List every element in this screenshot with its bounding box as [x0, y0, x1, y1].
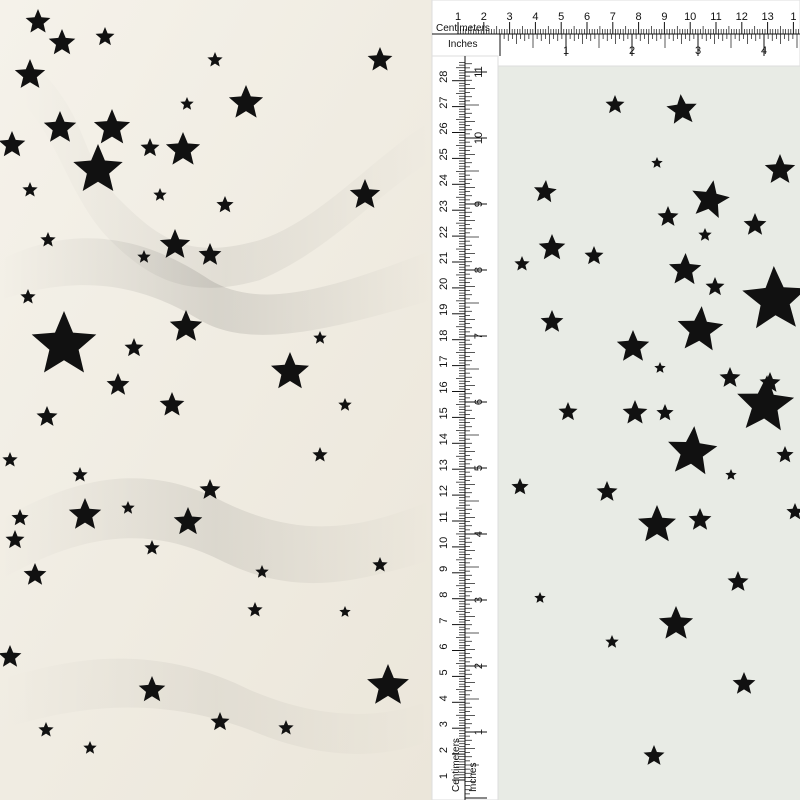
fabric-photo-svg: 12345678910111213112345CentimetersInches… — [0, 0, 800, 800]
top-ruler-cm-label: 11 — [710, 11, 721, 23]
left-ruler-inch-label: 5 — [473, 465, 485, 471]
top-ruler-cm-label: 8 — [636, 11, 642, 23]
left-ruler-cm-label: 20 — [438, 278, 450, 290]
left-ruler-cm-label: 12 — [438, 485, 450, 497]
left-ruler-inch-label: 6 — [473, 399, 485, 405]
left-ruler-cm-label: 3 — [438, 721, 450, 727]
left-ruler-cm-label: 16 — [438, 381, 450, 393]
left-ruler-cm-label: 27 — [438, 96, 450, 108]
left-ruler-cm-label: 6 — [438, 643, 450, 649]
left-ruler-cm-label: 24 — [438, 174, 450, 186]
left-ruler-inch-label: 11 — [473, 66, 485, 77]
left-ruler-inch-label: 10 — [473, 132, 485, 144]
left-ruler-inch-label: 9 — [473, 201, 485, 207]
top-ruler-cm-label: 10 — [684, 11, 696, 23]
product-image-stage: 12345678910111213112345CentimetersInches… — [0, 0, 800, 800]
top-ruler-cm-label: 2 — [481, 11, 487, 23]
left-ruler-cm-label: 4 — [438, 695, 450, 701]
left-ruler-cm-label: 11 — [438, 511, 450, 522]
left-ruler-inch-label: 8 — [473, 267, 485, 273]
left-ruler-unit-in: Inches — [468, 763, 479, 792]
left-ruler-inch-label: 7 — [473, 333, 485, 339]
left-ruler-cm-label: 25 — [438, 148, 450, 160]
top-ruler-inch-label: 1 — [563, 45, 569, 57]
top-ruler-cm-label: 5 — [558, 11, 564, 23]
left-ruler-cm-label: 5 — [438, 669, 450, 675]
left-ruler-cm-label: 22 — [438, 226, 450, 238]
left-ruler-cm-label: 26 — [438, 122, 450, 134]
top-ruler-unit-cm: Centimeters — [436, 23, 490, 34]
left-ruler-unit-cm: Centimeters — [451, 738, 462, 792]
draped-fabric-photo — [0, 0, 432, 800]
left-ruler-cm-label: 23 — [438, 200, 450, 212]
left-ruler-cm-label: 19 — [438, 304, 450, 316]
left-ruler-inch-label: 1 — [473, 729, 485, 735]
top-ruler-cm-label: 12 — [736, 11, 748, 23]
left-ruler-cm-label: 18 — [438, 330, 450, 342]
top-ruler-cm-label: 1 — [455, 11, 461, 23]
top-ruler-unit-in: Inches — [448, 39, 477, 50]
top-ruler-cm-label: 4 — [532, 11, 538, 23]
top-ruler-cm-label: 7 — [610, 11, 616, 23]
top-ruler-cm-label: 9 — [661, 11, 667, 23]
left-ruler-cm-label: 13 — [438, 459, 450, 471]
flat-fabric-swatch — [498, 66, 800, 800]
left-ruler-cm-label: 21 — [438, 252, 450, 264]
left-ruler-cm-label: 1 — [438, 773, 450, 779]
left-ruler-cm-label: 10 — [438, 537, 450, 549]
left-ruler-inch-label: 4 — [473, 531, 485, 537]
left-ruler-cm-label: 28 — [438, 71, 450, 83]
left-ruler-cm-label: 2 — [438, 747, 450, 753]
top-ruler-inch-label: 3 — [695, 45, 701, 57]
left-ruler-cm-label: 15 — [438, 407, 450, 419]
left-ruler-cm-label: 14 — [438, 433, 450, 445]
left-ruler-inch-label: 2 — [473, 663, 485, 669]
left-ruler-cm-label: 17 — [438, 355, 450, 367]
top-ruler-cm-label: 3 — [507, 11, 513, 23]
top-ruler-cm-label: 13 — [761, 11, 773, 23]
left-ruler-cm-label: 7 — [438, 618, 450, 624]
top-ruler-cm-label: 1 — [790, 11, 796, 23]
left-ruler-cm-label: 8 — [438, 592, 450, 598]
top-ruler-cm-label: 6 — [584, 11, 590, 23]
top-ruler-inch-label: 2 — [629, 45, 635, 57]
left-ruler-cm-label: 9 — [438, 566, 450, 572]
top-ruler-inch-label: 4 — [761, 45, 767, 57]
left-ruler-inch-label: 3 — [473, 597, 485, 603]
